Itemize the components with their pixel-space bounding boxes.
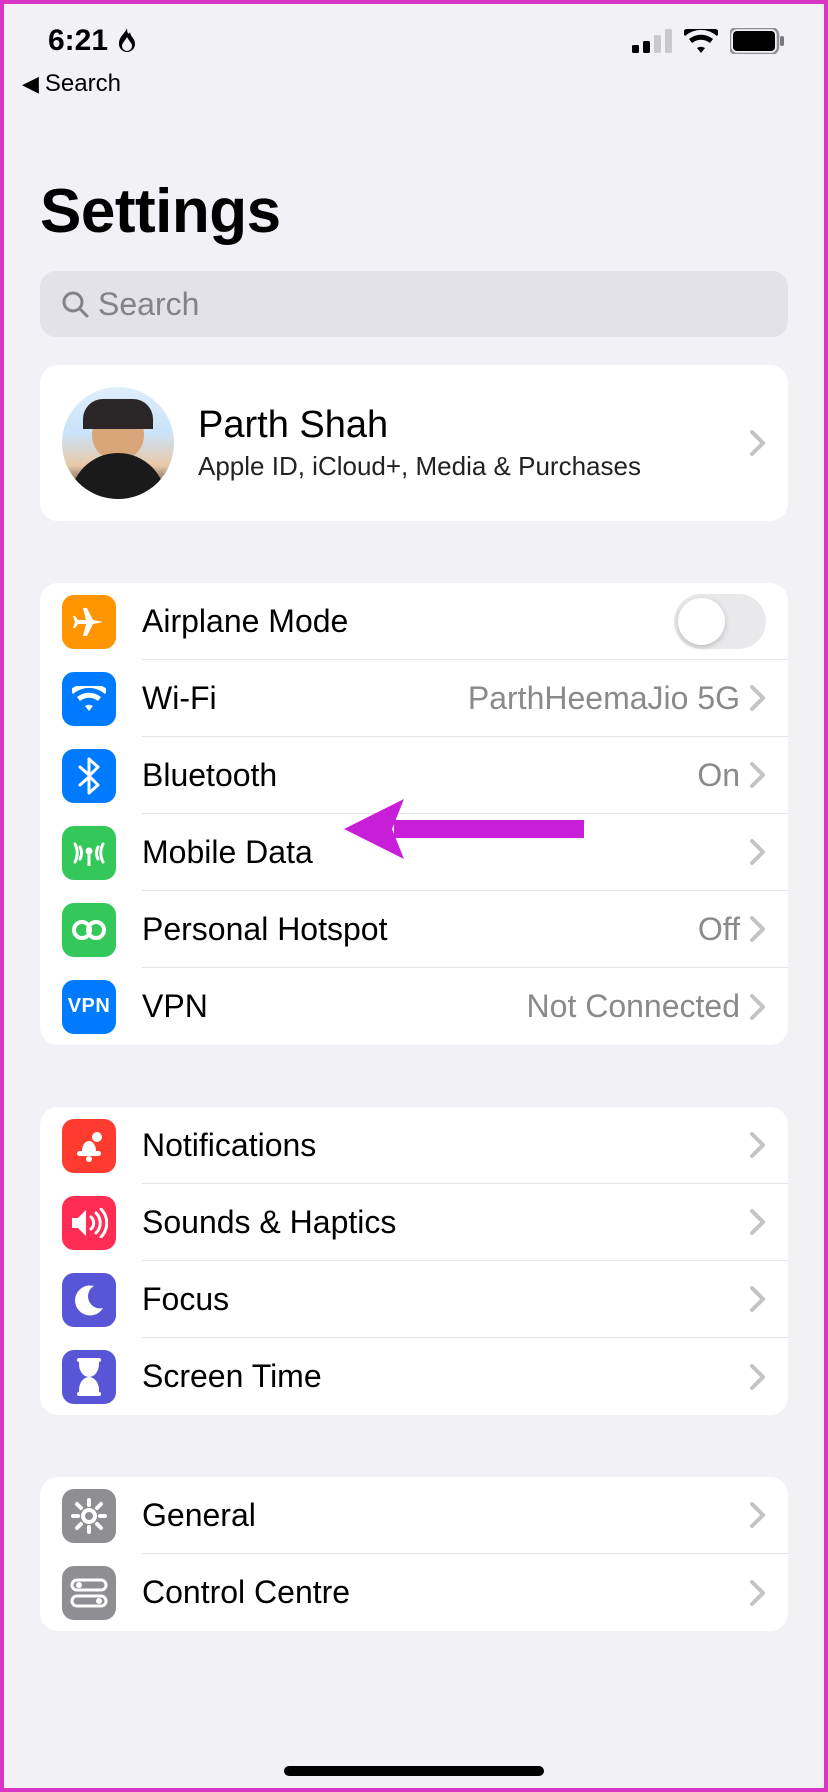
chevron-right-icon	[750, 994, 766, 1020]
vpn-row[interactable]: VPN VPN Not Connected	[40, 968, 788, 1045]
settings-search-field[interactable]	[40, 271, 788, 337]
row-label: Notifications	[142, 1127, 750, 1164]
wifi-icon	[684, 29, 718, 53]
search-input[interactable]	[98, 286, 768, 323]
row-value: ParthHeemaJio 5G	[468, 680, 740, 717]
airplane-mode-row[interactable]: Airplane Mode	[40, 583, 788, 660]
airplane-icon	[62, 595, 116, 649]
vpn-badge-text: VPN	[68, 995, 111, 1018]
row-label: Focus	[142, 1281, 750, 1318]
notifications-group: Notifications Sounds & Haptics Focus Scr…	[40, 1107, 788, 1415]
status-indicators	[632, 28, 784, 54]
chevron-right-icon	[750, 1132, 766, 1158]
general-group: General Control Centre	[40, 1477, 788, 1631]
bluetooth-icon	[62, 749, 116, 803]
connectivity-group: Airplane Mode Wi-Fi ParthHeemaJio 5G Blu…	[40, 583, 788, 1045]
page-title: Settings	[4, 98, 824, 263]
row-value: Off	[698, 911, 740, 948]
vpn-icon: VPN	[62, 980, 116, 1034]
profile-group: Parth Shah Apple ID, iCloud+, Media & Pu…	[40, 365, 788, 521]
focus-row[interactable]: Focus	[40, 1261, 788, 1338]
profile-text: Parth Shah Apple ID, iCloud+, Media & Pu…	[198, 404, 726, 482]
chevron-right-icon	[750, 430, 766, 456]
bluetooth-row[interactable]: Bluetooth On	[40, 737, 788, 814]
chevron-right-icon	[750, 762, 766, 788]
hotspot-icon	[62, 903, 116, 957]
hotspot-row[interactable]: Personal Hotspot Off	[40, 891, 788, 968]
back-to-search[interactable]: ◀ Search	[4, 64, 824, 98]
chevron-right-icon	[750, 685, 766, 711]
chevron-right-icon	[750, 1209, 766, 1235]
row-label: Airplane Mode	[142, 603, 674, 640]
home-indicator[interactable]	[284, 1766, 544, 1776]
airplane-toggle[interactable]	[674, 594, 766, 649]
chevron-right-icon	[750, 1580, 766, 1606]
row-label: Control Centre	[142, 1574, 750, 1611]
cellular-icon	[632, 29, 672, 53]
row-value: On	[697, 757, 740, 794]
wifi-row[interactable]: Wi-Fi ParthHeemaJio 5G	[40, 660, 788, 737]
chevron-right-icon	[750, 1286, 766, 1312]
avatar	[62, 387, 174, 499]
chevron-right-icon	[750, 916, 766, 942]
back-label: Search	[45, 70, 121, 98]
wifi-settings-icon	[62, 672, 116, 726]
mobile-data-row[interactable]: Mobile Data	[40, 814, 788, 891]
general-icon	[62, 1489, 116, 1543]
control-centre-icon	[62, 1566, 116, 1620]
chevron-right-icon	[750, 1502, 766, 1528]
general-row[interactable]: General	[40, 1477, 788, 1554]
profile-name: Parth Shah	[198, 404, 726, 447]
status-time: 6:21	[48, 24, 138, 58]
apple-id-row[interactable]: Parth Shah Apple ID, iCloud+, Media & Pu…	[40, 365, 788, 521]
row-label: Screen Time	[142, 1358, 750, 1395]
notifications-row[interactable]: Notifications	[40, 1107, 788, 1184]
row-label: Personal Hotspot	[142, 911, 698, 948]
control-centre-row[interactable]: Control Centre	[40, 1554, 788, 1631]
focus-icon	[62, 1273, 116, 1327]
screen-time-icon	[62, 1350, 116, 1404]
row-label: Bluetooth	[142, 757, 697, 794]
chevron-right-icon	[750, 839, 766, 865]
notifications-icon	[62, 1119, 116, 1173]
flame-icon	[116, 28, 138, 54]
battery-icon	[730, 28, 784, 54]
row-label: VPN	[142, 988, 527, 1025]
row-value: Not Connected	[527, 988, 740, 1025]
profile-subtitle: Apple ID, iCloud+, Media & Purchases	[198, 451, 726, 482]
sounds-row[interactable]: Sounds & Haptics	[40, 1184, 788, 1261]
row-label: Sounds & Haptics	[142, 1204, 750, 1241]
row-label: Mobile Data	[142, 834, 750, 871]
back-chevron-icon: ◀	[22, 71, 39, 97]
search-icon	[60, 289, 90, 319]
screen-time-row[interactable]: Screen Time	[40, 1338, 788, 1415]
chevron-right-icon	[750, 1364, 766, 1390]
row-label: General	[142, 1497, 750, 1534]
row-label: Wi-Fi	[142, 680, 468, 717]
sounds-icon	[62, 1196, 116, 1250]
status-bar: 6:21	[4, 4, 824, 64]
time-text: 6:21	[48, 24, 108, 58]
cellular-data-icon	[62, 826, 116, 880]
